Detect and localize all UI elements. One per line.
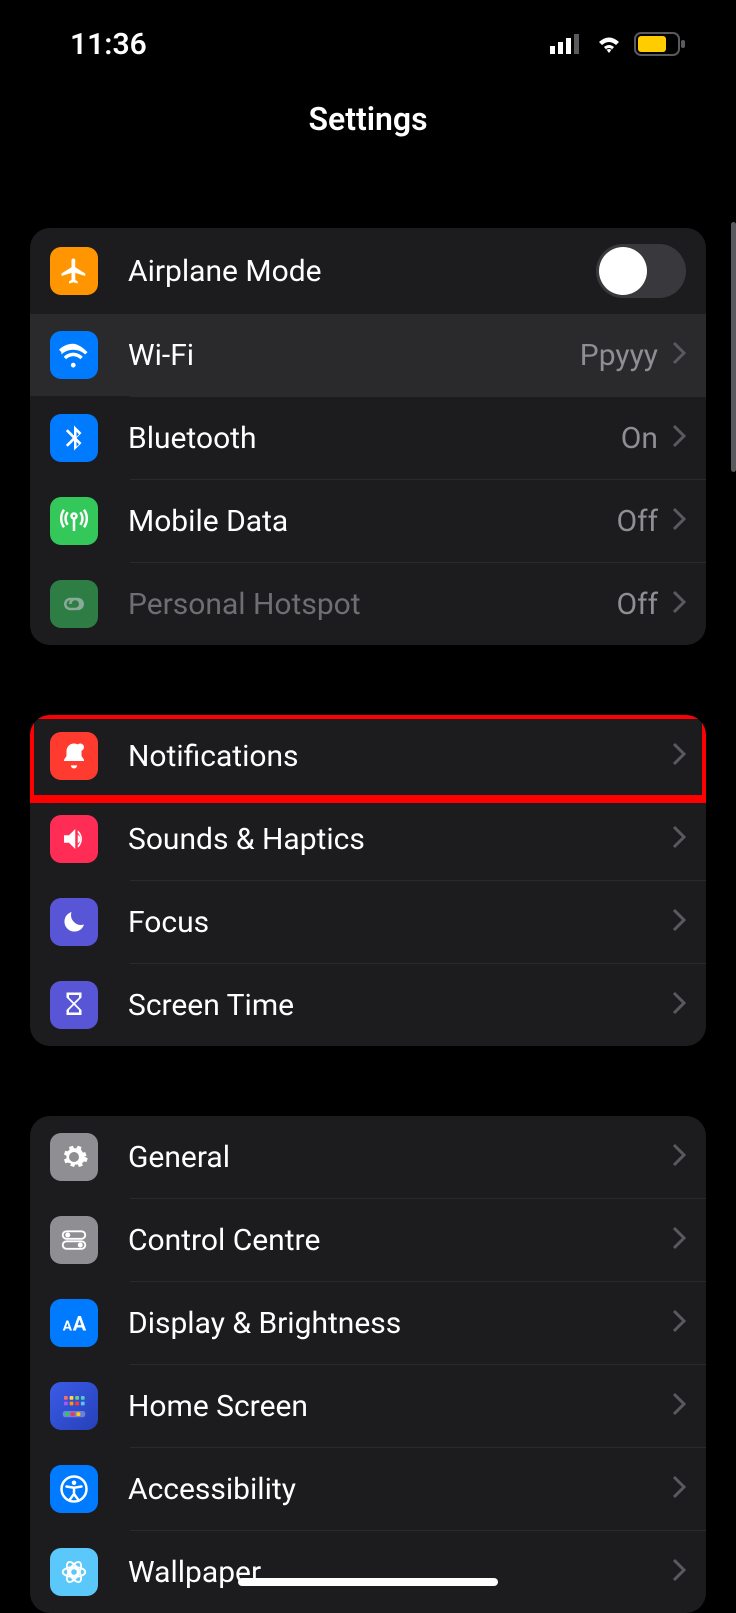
row-label: Wi-Fi: [128, 338, 580, 373]
text-size-icon: AA: [50, 1299, 98, 1347]
svg-text:A: A: [63, 1319, 73, 1335]
status-time: 11:36: [70, 27, 147, 62]
row-sounds-haptics[interactable]: Sounds & Haptics: [30, 798, 706, 880]
chevron-right-icon: [672, 507, 686, 535]
chevron-right-icon: [672, 1309, 686, 1337]
row-wifi[interactable]: Wi-Fi Ppyyy: [30, 314, 706, 396]
chevron-right-icon: [672, 1475, 686, 1503]
chevron-right-icon: [672, 908, 686, 936]
cellular-icon: [550, 34, 584, 54]
row-control-centre[interactable]: Control Centre: [30, 1199, 706, 1281]
chevron-right-icon: [672, 1392, 686, 1420]
row-value: Off: [617, 504, 659, 539]
home-grid-icon: [50, 1382, 98, 1430]
chevron-right-icon: [672, 424, 686, 452]
gear-icon: [50, 1133, 98, 1181]
row-home-screen[interactable]: Home Screen: [30, 1365, 706, 1447]
airplane-toggle[interactable]: [596, 244, 686, 298]
wifi-icon: [50, 331, 98, 379]
svg-text:A: A: [73, 1312, 87, 1336]
hotspot-icon: [50, 580, 98, 628]
chevron-right-icon: [672, 742, 686, 770]
hourglass-icon: [50, 981, 98, 1029]
settings-group-general: General Control Centre AA Display & Brig…: [30, 1116, 706, 1613]
chevron-right-icon: [672, 590, 686, 618]
row-label: Mobile Data: [128, 504, 617, 539]
row-value: On: [621, 421, 658, 456]
bell-icon: [50, 732, 98, 780]
row-personal-hotspot[interactable]: Personal Hotspot Off: [30, 563, 706, 645]
chevron-right-icon: [672, 991, 686, 1019]
row-label: General: [128, 1140, 672, 1175]
row-label: Sounds & Haptics: [128, 822, 672, 857]
settings-group-connectivity: Airplane Mode Wi-Fi Ppyyy Bluetooth On M…: [30, 228, 706, 645]
speaker-icon: [50, 815, 98, 863]
row-notifications[interactable]: Notifications: [30, 715, 706, 797]
row-focus[interactable]: Focus: [30, 881, 706, 963]
status-bar: 11:36: [0, 0, 736, 70]
page-header: Settings: [0, 70, 736, 178]
row-general[interactable]: General: [30, 1116, 706, 1198]
row-accessibility[interactable]: Accessibility: [30, 1448, 706, 1530]
row-label: Screen Time: [128, 988, 672, 1023]
wallpaper-icon: [50, 1548, 98, 1596]
row-mobile-data[interactable]: Mobile Data Off: [30, 480, 706, 562]
accessibility-icon: [50, 1465, 98, 1513]
row-label: Home Screen: [128, 1389, 672, 1424]
antenna-icon: [50, 497, 98, 545]
row-airplane-mode[interactable]: Airplane Mode: [30, 228, 706, 314]
row-screen-time[interactable]: Screen Time: [30, 964, 706, 1046]
row-label: Notifications: [128, 739, 672, 774]
row-bluetooth[interactable]: Bluetooth On: [30, 397, 706, 479]
row-label: Airplane Mode: [128, 254, 596, 289]
row-label: Accessibility: [128, 1472, 672, 1507]
moon-icon: [50, 898, 98, 946]
battery-icon: [634, 32, 686, 56]
chevron-right-icon: [672, 341, 686, 369]
row-wallpaper[interactable]: Wallpaper: [30, 1531, 706, 1613]
settings-group-notifications: Notifications Sounds & Haptics Focus Scr…: [30, 715, 706, 1046]
row-label: Control Centre: [128, 1223, 672, 1258]
row-display-brightness[interactable]: AA Display & Brightness: [30, 1282, 706, 1364]
home-indicator[interactable]: [238, 1578, 498, 1586]
row-value: Ppyyy: [580, 338, 658, 373]
row-label: Display & Brightness: [128, 1306, 672, 1341]
page-title: Settings: [0, 100, 736, 138]
status-icons: [550, 32, 686, 56]
row-label: Personal Hotspot: [128, 587, 617, 622]
chevron-right-icon: [672, 1143, 686, 1171]
chevron-right-icon: [672, 1558, 686, 1586]
wifi-icon: [594, 33, 624, 55]
scroll-indicator[interactable]: [731, 222, 736, 472]
chevron-right-icon: [672, 825, 686, 853]
switches-icon: [50, 1216, 98, 1264]
row-label: Bluetooth: [128, 421, 621, 456]
chevron-right-icon: [672, 1226, 686, 1254]
airplane-icon: [50, 247, 98, 295]
bluetooth-icon: [50, 414, 98, 462]
row-label: Focus: [128, 905, 672, 940]
row-value: Off: [617, 587, 659, 622]
